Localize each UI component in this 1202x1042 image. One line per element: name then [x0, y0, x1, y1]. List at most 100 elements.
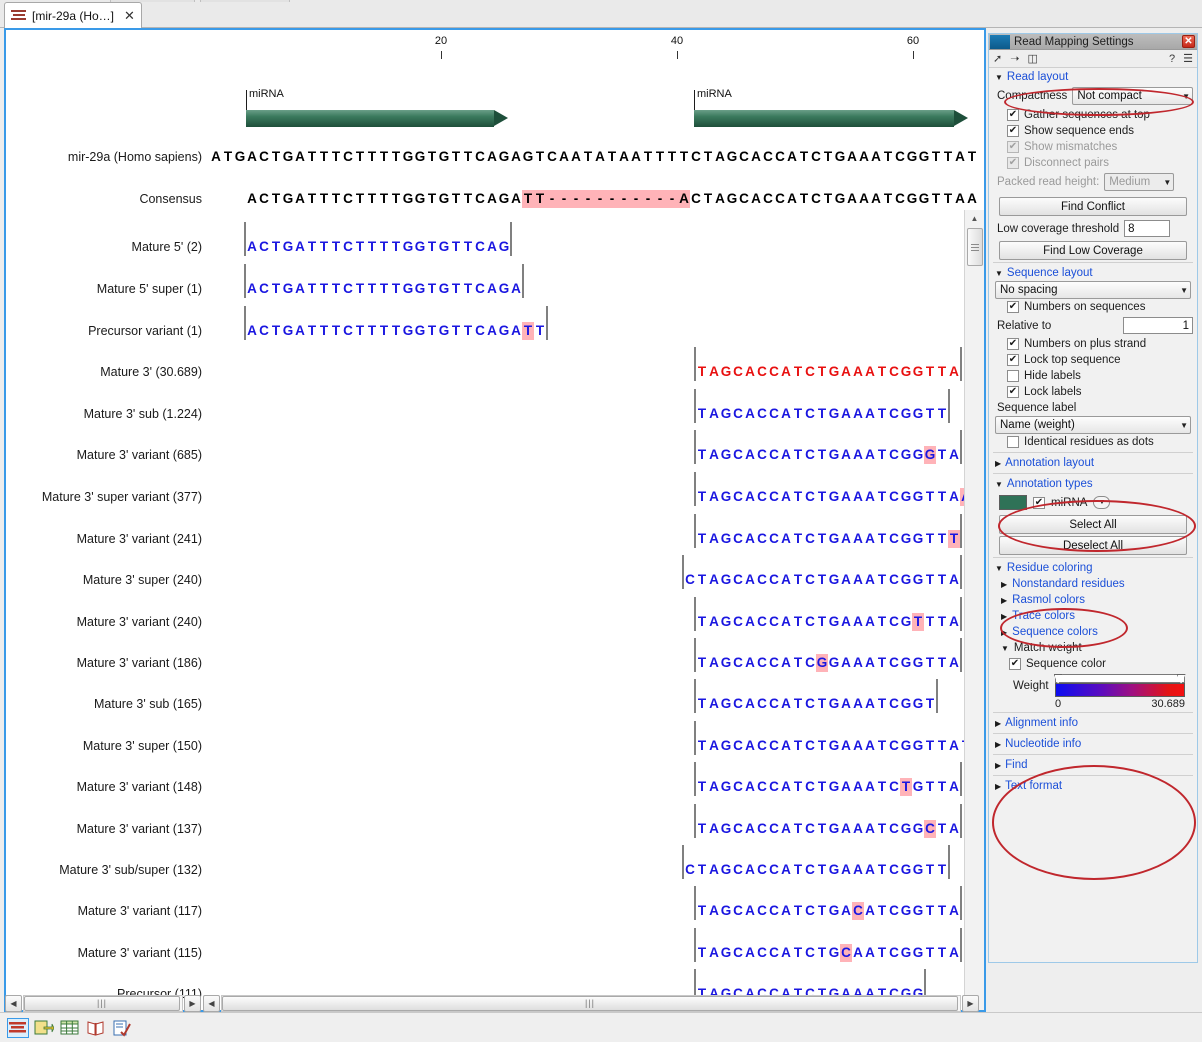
weight-slider-track[interactable]: [1055, 674, 1185, 683]
section-find[interactable]: ▶ Find: [993, 757, 1193, 773]
sequence-residues[interactable]: ACTGATTTCTTTTGGTGTTCAGA: [246, 280, 522, 298]
scroll-up-arrow[interactable]: ▲: [965, 210, 984, 226]
hscroll-thumb-2[interactable]: |||: [222, 996, 958, 1011]
sequence-row[interactable]: ConsensusACTGATTTCTTTTGGTGTTCAGATT------…: [6, 190, 984, 210]
vertical-scroll-thumb[interactable]: [967, 228, 983, 266]
annotation-type-mirna-row[interactable]: ✔ miRNA ▼: [993, 492, 1193, 513]
sequence-residues[interactable]: TAGCACCATCTGAAATCGGTTAA: [696, 488, 972, 506]
history-view-icon[interactable]: [112, 1019, 132, 1037]
horizontal-scrollbars[interactable]: ◀ ||| ▶ ◀ ||| ▶: [4, 994, 986, 1012]
hscroll-right-arrow-2[interactable]: ▶: [962, 995, 979, 1012]
sequence-row[interactable]: Mature 3' variant (137)TAGCACCATCTGAAATC…: [6, 820, 984, 840]
sequence-residues[interactable]: ACTGATTTCTTTTGGTGTTCAGATT: [246, 322, 546, 340]
sequence-row[interactable]: Mature 3' super (150)TAGCACCATCTGAAATCGG…: [6, 737, 984, 757]
hide-labels-row[interactable]: ✔ Hide labels: [993, 368, 1193, 384]
table-view-icon[interactable]: [60, 1019, 80, 1037]
section-alignment-info[interactable]: ▶ Alignment info: [993, 715, 1193, 731]
hscroll-left-arrow-1[interactable]: ◀: [5, 995, 22, 1012]
weight-handle-min[interactable]: [1054, 674, 1063, 684]
sequence-residues[interactable]: TAGCACCATCTGAAATCGGTTAT: [696, 737, 972, 755]
identical-residues-row[interactable]: ✔ Identical residues as dots: [993, 434, 1193, 450]
show-sequence-ends-checkbox[interactable]: ✔: [1007, 125, 1019, 137]
sequence-residues[interactable]: TAGCACCATCTGAAATCGGGTA: [696, 446, 960, 464]
table-icon[interactable]: ◫: [1027, 52, 1037, 65]
residue-item-match-weight[interactable]: ▼ Match weight: [993, 640, 1193, 656]
hide-labels-checkbox[interactable]: ✔: [1007, 370, 1019, 382]
pointer-dashed-icon[interactable]: ➝: [1010, 52, 1019, 65]
section-annotation-layout[interactable]: ▶ Annotation layout: [993, 455, 1193, 471]
sequence-row[interactable]: Mature 3' variant (241)TAGCACCATCTGAAATC…: [6, 530, 984, 550]
pointer-icon[interactable]: ➚: [993, 52, 1002, 65]
sequence-residues[interactable]: TAGCACCATCTGAAATCGGTTT: [696, 530, 960, 548]
hscroll-right-arrow-1[interactable]: ▶: [184, 995, 201, 1012]
sequence-residues[interactable]: CTAGCACCATCTGAAATCGGTTA: [684, 571, 960, 589]
sequence-residues[interactable]: CTAGCACCATCTGAAATCGGTT: [684, 861, 948, 879]
alignment-view-icon[interactable]: [8, 1019, 28, 1037]
sequence-residues[interactable]: TAGCACCATCTGACATCGGTTA: [696, 902, 960, 920]
sequence-residues[interactable]: TAGCACCATCTGAAATCGGCTA: [696, 820, 960, 838]
sequence-residues[interactable]: TAGCACCATCTGAAATCGTTTA: [696, 613, 960, 631]
select-all-button[interactable]: Select All: [999, 515, 1187, 534]
lock-labels-checkbox[interactable]: ✔: [1007, 386, 1019, 398]
hscroll-track-1[interactable]: |||: [23, 995, 183, 1012]
show-sequence-ends-row[interactable]: ✔ Show sequence ends: [993, 123, 1193, 139]
residue-item-trace[interactable]: ▶ Trace colors: [993, 608, 1193, 624]
sequence-residues[interactable]: TAGCACCATCTGAAATCGGT: [696, 695, 936, 713]
deselect-all-button[interactable]: Deselect All: [999, 536, 1187, 555]
sequence-row[interactable]: Mature 3' sub/super (132)CTAGCACCATCTGAA…: [6, 861, 984, 881]
sequence-residues[interactable]: ACTGATTTCTTTTGGTGTTCAGATT-----------ACTA…: [246, 190, 978, 208]
sequence-residues[interactable]: TAGCACCATCTGCAATCGGTTA: [696, 944, 960, 962]
annotation-table-icon[interactable]: [34, 1019, 54, 1037]
annotation-type-dropdown-icon[interactable]: ▼: [1093, 496, 1110, 509]
sequence-row[interactable]: mir-29a (Homo sapiens)ATGACTGATTTCTTTTGG…: [6, 148, 984, 168]
identical-residues-checkbox[interactable]: ✔: [1007, 436, 1019, 448]
residue-item-sequence-colors[interactable]: ▶ Sequence colors: [993, 624, 1193, 640]
sequence-row[interactable]: Mature 3' variant (117)TAGCACCATCTGACATC…: [6, 902, 984, 922]
gather-sequences-row[interactable]: ✔ Gather sequences at top: [993, 107, 1193, 123]
weight-handle-max[interactable]: [1177, 674, 1186, 684]
section-read-layout[interactable]: ▼ Read layout: [993, 69, 1193, 85]
annotation-type-checkbox[interactable]: ✔: [1033, 497, 1045, 509]
sequence-residues[interactable]: ACTGATTTCTTTTGGTGTTCAG: [246, 238, 510, 256]
section-annotation-types[interactable]: ▼ Annotation types: [993, 476, 1193, 492]
annotation-color-swatch[interactable]: [999, 495, 1027, 510]
sequence-row[interactable]: Mature 3' variant (240)TAGCACCATCTGAAATC…: [6, 613, 984, 633]
sequence-row[interactable]: Mature 3' (30.689)TAGCACCATCTGAAATCGGTTA: [6, 363, 984, 383]
section-sequence-layout[interactable]: ▼ Sequence layout: [993, 265, 1193, 281]
section-nucleotide-info[interactable]: ▶ Nucleotide info: [993, 736, 1193, 752]
sequence-row[interactable]: Mature 3' super (240)CTAGCACCATCTGAAATCG…: [6, 571, 984, 591]
sequence-color-row[interactable]: ✔ Sequence color: [993, 656, 1193, 672]
find-conflict-button[interactable]: Find Conflict: [999, 197, 1187, 216]
sequence-residues[interactable]: TAGCACCATCTGAAATCGGTT: [696, 405, 948, 423]
tab-mir-29a[interactable]: [mir-29a (Ho…] ✕: [4, 2, 142, 28]
sequence-residues[interactable]: TAGCACCATCTGAAATCGGTTA: [696, 363, 960, 381]
help-icon[interactable]: ?: [1169, 53, 1175, 65]
section-residue-coloring[interactable]: ▼ Residue coloring: [993, 560, 1193, 576]
numbers-on-plus-strand-row[interactable]: ✔ Numbers on plus strand: [993, 336, 1193, 352]
vertical-scrollbar[interactable]: ▲ ▼: [964, 210, 984, 1010]
low-coverage-threshold-input[interactable]: 8: [1124, 220, 1170, 237]
sequence-row[interactable]: Mature 3' super variant (377)TAGCACCATCT…: [6, 488, 984, 508]
numbers-on-sequences-row[interactable]: ✔ Numbers on sequences: [993, 299, 1193, 315]
lock-labels-row[interactable]: ✔ Lock labels: [993, 384, 1193, 400]
hscroll-track-2[interactable]: |||: [221, 995, 961, 1012]
spacing-select[interactable]: No spacing ▼: [995, 281, 1191, 299]
sequence-row[interactable]: Mature 5' (2)ACTGATTTCTTTTGGTGTTCAG: [6, 238, 984, 258]
sequence-color-checkbox[interactable]: ✔: [1009, 658, 1021, 670]
compactness-select[interactable]: Not compact ▼: [1072, 87, 1193, 105]
weight-gradient-box[interactable]: [1055, 674, 1185, 697]
sequence-row[interactable]: Mature 3' variant (115)TAGCACCATCTGCAATC…: [6, 944, 984, 964]
relative-to-input[interactable]: 1: [1123, 317, 1193, 334]
sequence-row[interactable]: Precursor variant (1)ACTGATTTCTTTTGGTGTT…: [6, 322, 984, 342]
sequence-row[interactable]: Mature 5' super (1)ACTGATTTCTTTTGGTGTTCA…: [6, 280, 984, 300]
text-view-icon[interactable]: [86, 1019, 106, 1037]
hscroll-left-arrow-2[interactable]: ◀: [203, 995, 220, 1012]
hscroll-thumb-1[interactable]: |||: [24, 996, 180, 1011]
numbers-on-sequences-checkbox[interactable]: ✔: [1007, 301, 1019, 313]
lock-top-sequence-checkbox[interactable]: ✔: [1007, 354, 1019, 366]
sequence-label-select[interactable]: Name (weight) ▼: [995, 416, 1191, 434]
find-low-coverage-button[interactable]: Find Low Coverage: [999, 241, 1187, 260]
sequence-row[interactable]: Mature 3' variant (685)TAGCACCATCTGAAATC…: [6, 446, 984, 466]
sequence-row[interactable]: Mature 3' variant (148)TAGCACCATCTGAAATC…: [6, 778, 984, 798]
sequence-row[interactable]: Mature 3' sub (165)TAGCACCATCTGAAATCGGT: [6, 695, 984, 715]
